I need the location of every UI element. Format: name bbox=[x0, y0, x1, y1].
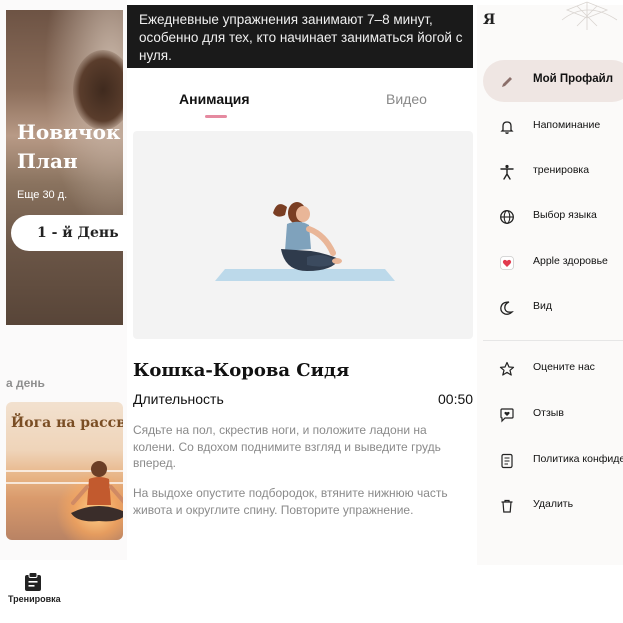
menu-item-language[interactable]: Выбор языка bbox=[483, 202, 623, 232]
exercise-title: Кошка-Корова Сидя bbox=[133, 360, 350, 381]
menu-item-label: Оцените нас bbox=[533, 361, 595, 373]
person-stretch-icon bbox=[500, 164, 514, 180]
meditating-woman-image bbox=[71, 461, 123, 522]
globe-icon bbox=[500, 210, 514, 224]
decorative-pattern bbox=[561, 1, 618, 30]
plan-hero-card[interactable]: Новичок План Еще 30 д. bbox=[6, 10, 123, 325]
menu-item-appearance[interactable]: Вид bbox=[483, 293, 623, 323]
moon-icon bbox=[500, 301, 514, 315]
workout-card-title: Йога на рассвете bbox=[11, 415, 123, 431]
bell-icon bbox=[500, 121, 514, 134]
workout-card[interactable]: Йога на рассвете bbox=[6, 402, 123, 540]
menu-item-label: Apple здоровье bbox=[533, 255, 608, 267]
menu-item-label: Мой Профайл bbox=[533, 73, 614, 85]
exercise-animation-area[interactable] bbox=[133, 131, 473, 339]
exercise-detail-panel: Ежедневные упражнения занимают 7–8 минут… bbox=[127, 0, 477, 623]
nav-workout-label[interactable]: Тренировка bbox=[8, 594, 61, 604]
section-label: а день bbox=[6, 376, 45, 390]
clipboard-icon[interactable] bbox=[24, 572, 42, 592]
menu-item-label: Напоминание bbox=[533, 119, 601, 131]
plan-days-remaining: Еще 30 д. bbox=[17, 189, 68, 201]
tab-animation[interactable]: Анимация bbox=[179, 91, 250, 107]
yoga-pose-illustration bbox=[215, 202, 395, 281]
profile-menu-panel: Я Мой Профайл Напоминание тренировка Выб… bbox=[477, 0, 623, 623]
menu-item-delete[interactable]: Удалить bbox=[483, 491, 623, 521]
exercise-description: На выдохе опустите подбородок, втяните н… bbox=[133, 486, 448, 517]
menu-item-workout[interactable]: тренировка bbox=[483, 157, 623, 187]
exercise-description: Сядьте на пол, скрестив ноги, и положите… bbox=[133, 423, 441, 470]
menu-item-apple-health[interactable]: Apple здоровье bbox=[483, 248, 623, 278]
menu-item-label: Вид bbox=[533, 300, 552, 312]
menu-item-feedback[interactable]: Отзыв bbox=[483, 400, 623, 430]
menu-item-label: Политика конфиденциальности bbox=[533, 453, 623, 465]
menu-item-label: Выбор языка bbox=[533, 209, 597, 221]
document-icon bbox=[501, 453, 513, 469]
start-day-button[interactable]: 1 - й День bbox=[11, 215, 127, 251]
info-tooltip: Ежедневные упражнения занимают 7–8 минут… bbox=[127, 5, 473, 68]
menu-item-label: Удалить bbox=[533, 498, 574, 510]
menu-item-label: тренировка bbox=[533, 164, 590, 176]
left-panel: Новичок План Еще 30 д. 1 - й День а день… bbox=[0, 0, 127, 623]
menu-item-privacy-policy[interactable]: Политика конфиденциальности bbox=[483, 446, 623, 476]
plan-title: Новичок План bbox=[17, 120, 121, 173]
duration-label: Длительность bbox=[133, 391, 224, 407]
menu-divider bbox=[483, 340, 623, 341]
active-tab-indicator bbox=[205, 115, 227, 118]
tab-video[interactable]: Видео bbox=[386, 91, 427, 107]
apple-health-icon bbox=[500, 256, 514, 270]
star-icon bbox=[499, 361, 515, 376]
menu-item-label: Отзыв bbox=[533, 407, 564, 419]
menu-item-reminder[interactable]: Напоминание bbox=[483, 112, 623, 142]
menu-item-profile[interactable]: Мой Профайл bbox=[483, 67, 623, 97]
bottom-nav bbox=[0, 560, 127, 623]
duration-value: 00:50 bbox=[438, 391, 474, 407]
profile-header: Я bbox=[483, 12, 496, 28]
pencil-icon bbox=[502, 77, 512, 87]
chat-heart-icon bbox=[500, 408, 514, 423]
menu-item-rate-us[interactable]: Оцените нас bbox=[483, 354, 623, 384]
trash-icon bbox=[501, 499, 513, 513]
